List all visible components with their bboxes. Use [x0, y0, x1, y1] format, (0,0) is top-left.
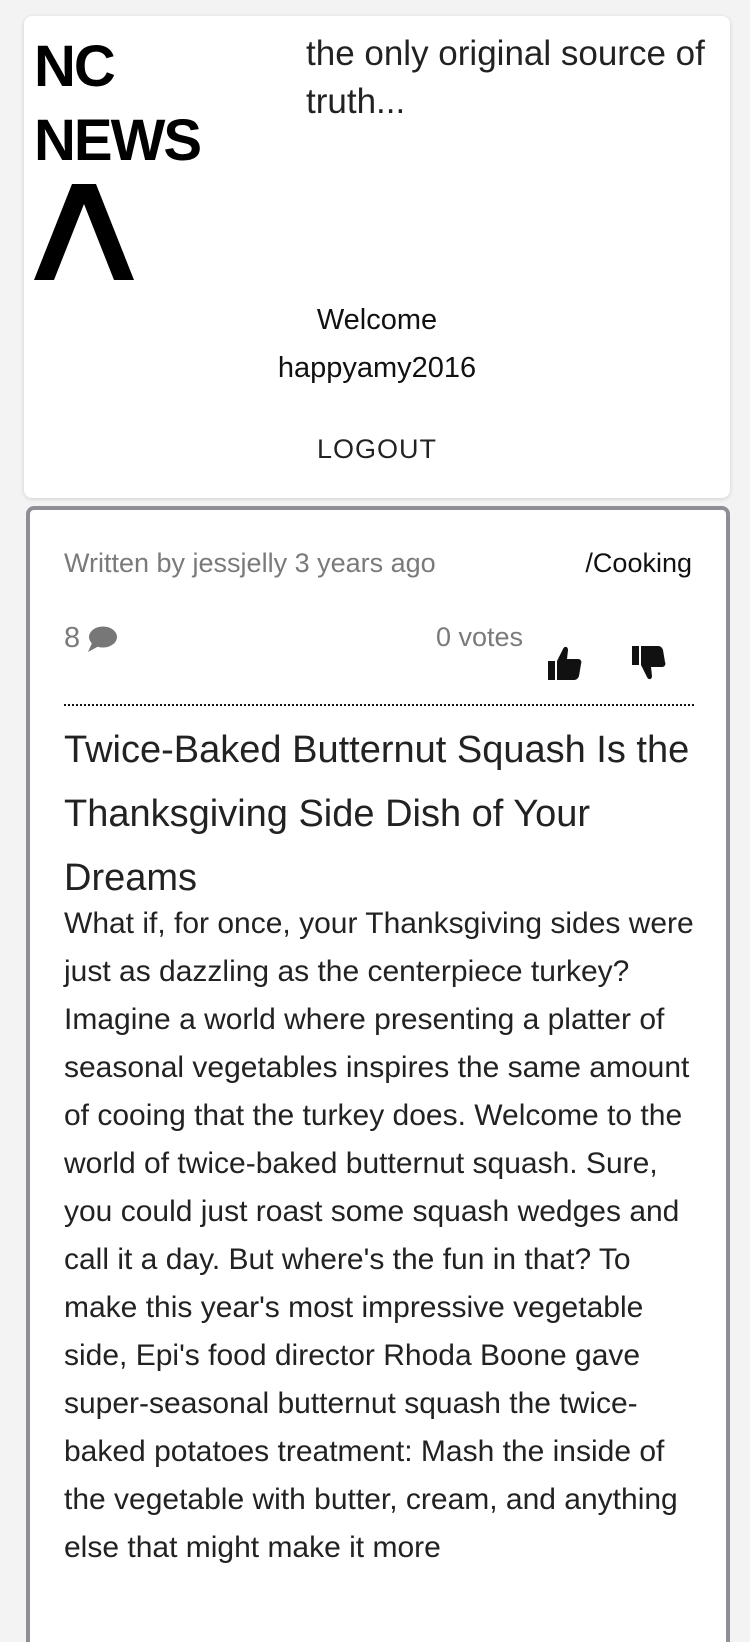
- logo-text-nc: NC: [34, 34, 116, 99]
- welcome-message: Welcome happyamy2016: [24, 296, 730, 392]
- article-card: Written by jessjelly 3 years ago /Cookin…: [26, 506, 730, 1642]
- article-title: Twice-Baked Butternut Squash Is the Than…: [64, 729, 690, 899]
- welcome-label: Welcome: [316, 304, 438, 336]
- article-divider: [64, 704, 694, 706]
- article-topic-link[interactable]: /Cooking: [585, 548, 692, 579]
- site-logo[interactable]: NC NEWS: [34, 30, 224, 280]
- logout-button[interactable]: LOGOUT: [24, 434, 730, 465]
- article-author-line: Written by jessjelly 3 years ago: [64, 548, 436, 578]
- thumbs-down-icon: [632, 645, 666, 679]
- article-body: What if, for once, your Thanksgiving sid…: [64, 907, 694, 1564]
- thumbs-up-icon: [548, 646, 582, 680]
- comment-count: 8: [64, 622, 81, 654]
- site-header: NC NEWS the only original source of trut…: [24, 16, 730, 498]
- downvote-button[interactable]: [630, 644, 668, 684]
- username: happyamy2016: [277, 352, 477, 384]
- comment-icon: [88, 626, 118, 652]
- vote-count: 0 votes: [436, 622, 524, 652]
- comment-count-link[interactable]: 8: [64, 622, 118, 655]
- caret-up-icon: [34, 184, 134, 280]
- upvote-button[interactable]: [546, 644, 584, 684]
- site-tagline: the only original source of truth...: [306, 34, 705, 121]
- logo-text-news: NEWS: [34, 108, 202, 173]
